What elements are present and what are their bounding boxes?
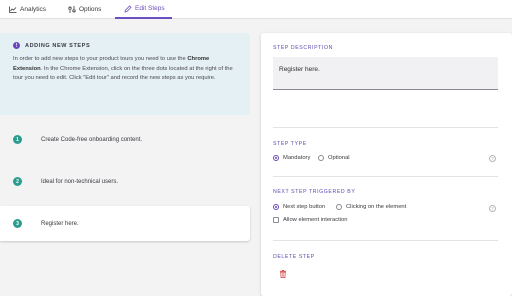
trigger-next-step-button-radio[interactable]: Next step button [273,204,325,210]
trigger-clicking-element-radio[interactable]: Clicking on the element [336,204,406,210]
pencil-icon [124,4,132,13]
tab-edit-steps-label: Edit Steps [135,5,165,12]
radio-unchecked-icon [336,204,342,210]
optional-label: Optional [328,155,350,161]
step-number-badge: 1 [13,135,22,144]
tab-options[interactable]: Options [68,0,101,19]
step-description-field[interactable]: Register here. [273,57,498,90]
delete-step-label: DELETE STEP [273,254,315,260]
step-number-badge: 2 [13,177,22,186]
step-type-optional-radio[interactable]: Optional [318,155,350,161]
info-text-part: In order to add new steps to your produc… [13,56,188,62]
tab-analytics-label: Analytics [20,6,47,13]
chart-icon [9,6,17,13]
step-text: Ideal for non-technical users. [41,178,119,185]
step-type-help-icon[interactable]: ? [489,155,496,162]
divider [273,127,498,128]
next-step-trigger-label: NEXT STEP TRIGGERED BY [273,189,356,195]
step-item[interactable]: 2 Ideal for non-technical users. [0,164,250,199]
step-number-badge: 3 [13,219,22,228]
tab-options-label: Options [79,6,102,13]
trash-icon[interactable] [280,270,286,278]
allow-element-interaction-label: Allow element interaction [283,217,348,223]
step-text: Create Code-free onboarding content. [41,136,143,143]
checkbox-icon [273,217,279,223]
radio-checked-icon [273,204,279,210]
info-title: ADDING NEW STEPS [25,42,91,49]
step-item-selected[interactable]: 3 Register here. [0,206,250,241]
tab-analytics[interactable]: Analytics [9,0,46,19]
mandatory-label: Mandatory [283,155,311,161]
radio-unchecked-icon [318,155,324,161]
info-header: ! ADDING NEW STEPS [13,42,240,49]
allow-element-interaction-checkbox[interactable]: Allow element interaction [273,217,347,223]
step-text: Register here. [41,220,79,227]
adding-steps-info-box: ! ADDING NEW STEPS In order to add new s… [0,33,250,115]
tab-edit-steps[interactable]: Edit Steps [115,0,172,19]
info-text-part: . In the Chrome Extension, click on the … [13,65,233,82]
divider [273,240,498,241]
step-type-mandatory-radio[interactable]: Mandatory [273,155,310,161]
divider [273,176,498,177]
clicking-element-label: Clicking on the element [346,204,407,210]
tab-bar: Analytics Options Edit Steps [0,0,512,19]
options-icon [68,6,76,13]
trigger-help-icon[interactable]: ? [489,205,496,212]
info-text: In order to add new steps to your produc… [13,55,240,84]
info-icon: ! [13,42,20,49]
step-type-label: STEP TYPE [273,141,307,147]
radio-checked-icon [273,155,279,161]
step-settings-panel: STEP DESCRIPTION Register here. STEP TYP… [261,33,512,296]
step-item[interactable]: 1 Create Code-free onboarding content. [0,122,250,157]
next-step-button-label: Next step button [283,204,326,210]
step-description-label: STEP DESCRIPTION [273,45,333,51]
